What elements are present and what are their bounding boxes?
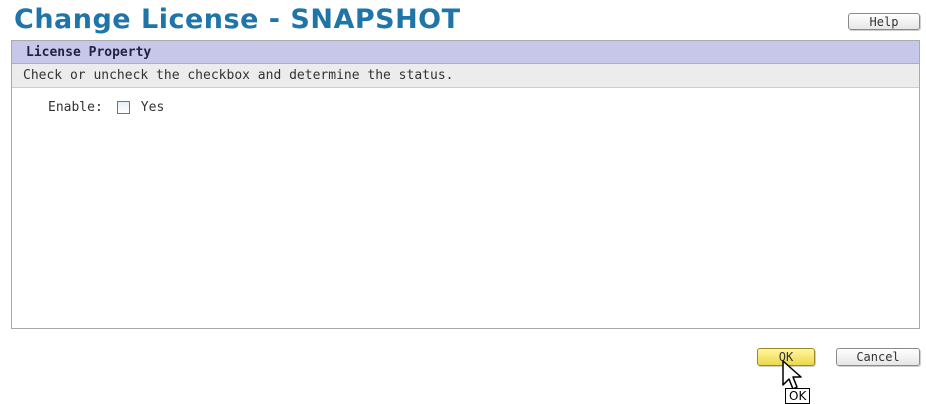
- enable-field-row: Enable: Yes: [48, 100, 164, 115]
- enable-label: Enable:: [48, 100, 103, 115]
- cancel-button[interactable]: Cancel: [836, 348, 920, 366]
- panel-header: License Property: [12, 41, 919, 64]
- enable-option-label[interactable]: Yes: [141, 100, 164, 115]
- help-button[interactable]: Help: [848, 13, 920, 30]
- license-property-panel: License Property Check or uncheck the ch…: [11, 40, 920, 329]
- page-title: Change License - SNAPSHOT: [14, 4, 461, 35]
- panel-description: Check or uncheck the checkbox and determ…: [12, 64, 919, 88]
- enable-checkbox[interactable]: [116, 101, 130, 114]
- ok-tooltip: OK: [785, 388, 811, 404]
